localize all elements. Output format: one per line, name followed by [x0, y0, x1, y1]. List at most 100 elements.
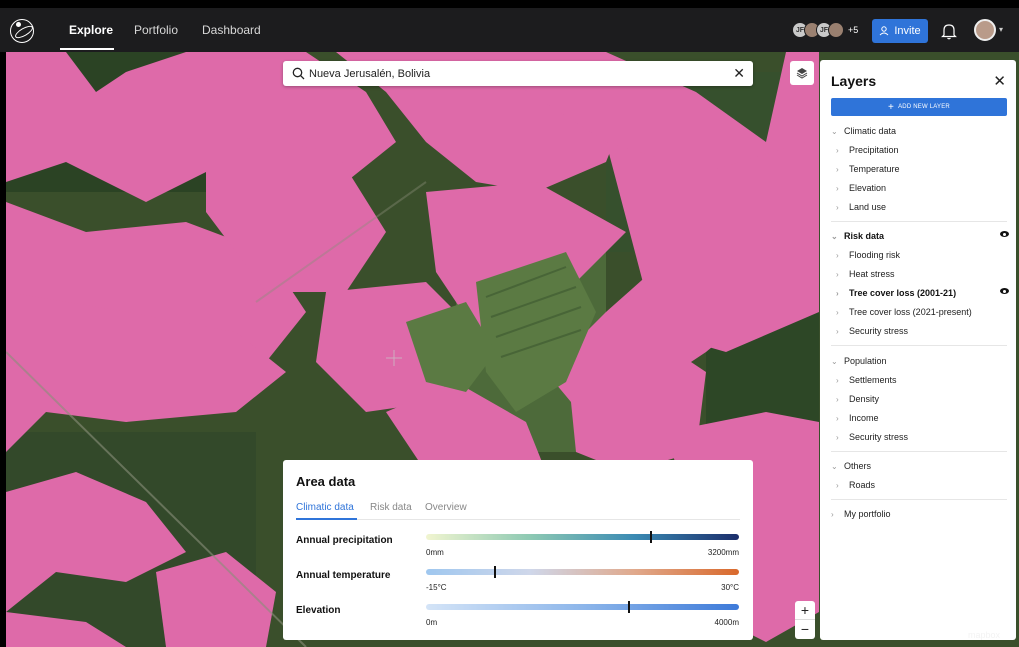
area-data-title: Area data: [296, 474, 356, 489]
chevron-right-icon: ›: [836, 183, 839, 193]
layer-item-precipitation[interactable]: › Precipitation: [836, 143, 1009, 157]
temperature-scale-bar: [426, 569, 739, 575]
avatar-more-count: +5: [848, 25, 859, 35]
nav-portfolio[interactable]: Portfolio: [134, 23, 178, 37]
chevron-right-icon: ›: [836, 250, 839, 260]
app-logo-icon[interactable]: [10, 19, 35, 43]
precipitation-scale-bar: [426, 534, 739, 540]
layers-title: Layers: [831, 73, 877, 89]
bell-icon[interactable]: [941, 22, 957, 40]
invite-label: Invite: [894, 25, 921, 37]
layers-toggle-button[interactable]: [790, 61, 814, 85]
plus-icon: +: [888, 101, 895, 113]
chevron-right-icon: ›: [831, 509, 834, 519]
chevron-down-icon: ⌄: [831, 356, 838, 366]
layer-item-label: Heat stress: [849, 269, 895, 279]
layer-item-tree-cover-loss-2021-present[interactable]: › Tree cover loss (2021-present): [836, 305, 1009, 319]
metric-label-temperature: Annual temperature: [296, 570, 391, 581]
layer-group-label: Population: [844, 356, 887, 366]
layer-item-label: Income: [849, 413, 879, 423]
elevation-scale-bar: [426, 604, 739, 610]
eye-icon[interactable]: [1000, 288, 1009, 294]
close-icon[interactable]: ✕: [733, 65, 745, 81]
eye-icon[interactable]: [1000, 231, 1009, 237]
layer-group-label: Others: [844, 461, 872, 471]
invite-button[interactable]: Invite: [872, 19, 928, 43]
search-icon: [292, 67, 305, 80]
layer-group-label: My portfolio: [844, 509, 891, 519]
layer-item-label: Roads: [849, 480, 876, 490]
layer-item-label: Precipitation: [849, 145, 899, 155]
tab-active-indicator: [296, 518, 357, 520]
layer-item-elevation[interactable]: › Elevation: [836, 181, 1009, 195]
layer-item-label: Tree cover loss (2001-21): [849, 288, 957, 298]
chevron-right-icon: ›: [836, 326, 839, 336]
layer-group-label: Risk data: [844, 231, 885, 241]
layers-icon: [796, 68, 808, 79]
elevation-max: 4000m: [714, 618, 739, 627]
layer-item-tree-cover-loss-2001-21[interactable]: › Tree cover loss (2001-21): [836, 286, 1009, 300]
layer-item-income[interactable]: › Income: [836, 411, 1009, 425]
mapbox-attribution[interactable]: mapbox: [968, 630, 1000, 640]
avatar: [828, 22, 844, 38]
nav-explore[interactable]: Explore: [69, 23, 113, 37]
close-icon[interactable]: ✕: [993, 72, 1006, 90]
precipitation-value-marker: [650, 531, 653, 543]
zoom-in-button[interactable]: +: [795, 601, 815, 620]
layer-group-my-portfolio[interactable]: › My portfolio: [831, 507, 1009, 521]
layer-item-heat-stress[interactable]: › Heat stress: [836, 267, 1009, 281]
location-search: ✕: [283, 61, 753, 86]
layer-item-label: Security stress: [849, 326, 909, 336]
layer-item-label: Security stress: [849, 432, 909, 442]
layer-group-risk[interactable]: ⌄ Risk data: [831, 229, 1009, 243]
temperature-min: -15°C: [426, 583, 447, 592]
layer-item-land-use[interactable]: › Land use: [836, 200, 1009, 214]
divider: [831, 451, 1007, 452]
layer-item-label: Flooding risk: [849, 250, 901, 260]
tab-risk-data[interactable]: Risk data: [370, 502, 412, 513]
layer-item-density[interactable]: › Density: [836, 392, 1009, 406]
layer-item-security-stress[interactable]: › Security stress: [836, 324, 1009, 338]
layer-item-label: Tree cover loss (2021-present): [849, 307, 972, 317]
layer-group-population[interactable]: ⌄ Population: [831, 354, 1009, 368]
elevation-min: 0m: [426, 618, 438, 627]
temperature-value-marker: [493, 566, 496, 578]
layers-panel: Layers ✕ + ADD NEW LAYER ⌄ Climatic data…: [820, 60, 1016, 640]
divider: [831, 499, 1007, 500]
tab-overview[interactable]: Overview: [425, 502, 467, 513]
precipitation-min: 0mm: [426, 548, 444, 557]
tab-climatic-data[interactable]: Climatic data: [296, 502, 354, 513]
user-add-icon: [879, 26, 889, 36]
add-layer-label: ADD NEW LAYER: [898, 104, 950, 110]
chevron-right-icon: ›: [836, 413, 839, 423]
layer-group-others[interactable]: ⌄ Others: [831, 459, 1009, 473]
layer-item-label: Density: [849, 394, 880, 404]
nav-dashboard[interactable]: Dashboard: [202, 23, 261, 37]
layer-group-label: Climatic data: [844, 126, 897, 136]
add-new-layer-button[interactable]: + ADD NEW LAYER: [831, 98, 1007, 116]
layer-group-climatic[interactable]: ⌄ Climatic data: [831, 124, 1009, 138]
chevron-down-icon: ⌄: [831, 231, 838, 241]
chevron-right-icon: ›: [836, 480, 839, 490]
precipitation-max: 3200mm: [707, 548, 739, 557]
collaborators-avatars[interactable]: JF JF +5: [792, 22, 858, 38]
tabs-divider: [296, 519, 740, 520]
chevron-right-icon: ›: [836, 432, 839, 442]
chevron-down-icon[interactable]: ▾: [999, 25, 1003, 34]
user-avatar[interactable]: [974, 19, 996, 41]
metric-label-elevation: Elevation: [296, 605, 341, 616]
temperature-max: 30°C: [721, 583, 739, 592]
layer-item-settlements[interactable]: › Settlements: [836, 373, 1009, 387]
chevron-right-icon: ›: [836, 288, 839, 298]
layer-item-flooding-risk[interactable]: › Flooding risk: [836, 248, 1009, 262]
chevron-right-icon: ›: [836, 145, 839, 155]
zoom-out-button[interactable]: −: [795, 620, 815, 639]
top-navigation: Explore Portfolio Dashboard JF JF +5 Inv…: [0, 8, 1019, 52]
nav-active-indicator: [60, 48, 114, 50]
chevron-down-icon: ⌄: [831, 461, 838, 471]
layer-item-temperature[interactable]: › Temperature: [836, 162, 1009, 176]
layer-item-roads[interactable]: › Roads: [836, 478, 1009, 492]
search-input[interactable]: [309, 65, 709, 82]
layer-item-security-stress-population[interactable]: › Security stress: [836, 430, 1009, 444]
chevron-down-icon: ⌄: [831, 126, 838, 136]
